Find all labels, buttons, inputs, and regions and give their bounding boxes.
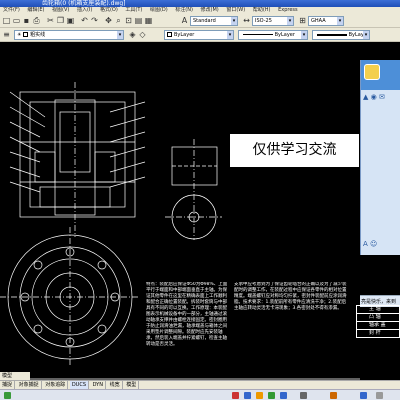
chat-window[interactable]: ▲ ◉ ✉ A ☺: [360, 60, 400, 255]
undo-icon[interactable]: ↶: [80, 16, 89, 25]
linetype-preview: [243, 34, 273, 35]
menu-file[interactable]: 文件(F): [0, 7, 23, 14]
text-style-icon: A: [181, 16, 188, 25]
color-swatch: [167, 32, 172, 37]
cut-icon[interactable]: ✂: [46, 16, 55, 25]
chevron-down-icon: ▾: [227, 31, 233, 39]
extra-style-select[interactable]: GHAA ▾: [308, 16, 344, 26]
chevron-down-icon: ▾: [363, 31, 369, 39]
menu-insert[interactable]: 插入(I): [74, 7, 95, 14]
table-row: 轴承 盖: [357, 322, 399, 330]
calculator-icon[interactable]: ▦: [144, 16, 153, 25]
description-right: 支承中应考虑到为了保证齿轮啮合的正确以及为了减少装配时的调整工作，在装配过程中应…: [234, 282, 347, 311]
watermark-label: 仅供学习交流: [229, 133, 360, 168]
save-icon[interactable]: ▪: [22, 16, 31, 25]
properties-icon[interactable]: ▤: [134, 16, 143, 25]
tray-app-icon[interactable]: [244, 392, 251, 399]
lightbulb-icon: ☀: [17, 32, 22, 38]
layer-select[interactable]: ☀ 粗实线 ▾: [14, 30, 124, 40]
menu-tools[interactable]: 工具(T): [122, 7, 145, 14]
chat-header: [361, 60, 400, 90]
tray-app-icon[interactable]: [376, 392, 383, 399]
title-bar: 齿轮箱(0 (机箱支座装配).dwg]: [0, 0, 400, 7]
redo-icon[interactable]: ↷: [90, 16, 99, 25]
status-ducs[interactable]: DUCS: [69, 381, 90, 389]
menu-view[interactable]: 视图(V): [49, 7, 72, 14]
standard-toolbar: □ ▭ ▪ ⎙ ✂ ❐ ▣ ↶ ↷ ✥ ⌕ ⊡ ▤ ▦ A Standard ▾ …: [0, 14, 400, 28]
description-left: 特点：装配后应保证Φ50为Φ98%、上面平行于端面和中部端面垂直于主轴。为保证其…: [146, 282, 228, 347]
font-icon[interactable]: A: [363, 240, 368, 248]
chevron-down-icon: ▾: [231, 17, 237, 25]
menu-express[interactable]: Express: [275, 7, 301, 14]
tray-app-icon[interactable]: [280, 392, 287, 399]
copy-icon[interactable]: ❐: [56, 16, 65, 25]
table-style-icon: ⊞: [299, 16, 306, 25]
tray-app-icon[interactable]: [360, 392, 367, 399]
layers-toolbar: ≡ ☀ 粗实线 ▾ ◈ ◇ ByLayer ▾ ByLayer ▾ ByLaye…: [0, 28, 400, 42]
window-title: 齿轮箱(0 (机箱支座装配).dwg]: [42, 0, 126, 7]
table-row: 主 轴: [357, 306, 399, 314]
start-icon[interactable]: [4, 392, 11, 399]
status-otrack[interactable]: 对象追踪: [43, 381, 69, 389]
tray-app-icon[interactable]: [256, 392, 263, 399]
status-osnap[interactable]: 对象捕捉: [17, 381, 42, 389]
menu-bar: 文件(F) 编辑(E) 视图(V) 插入(I) 格式(O) 工具(T) 绘图(D…: [0, 7, 400, 14]
tray-app-icon[interactable]: [232, 392, 239, 399]
tray-app-icon[interactable]: [300, 392, 307, 399]
table-row: 凸 轴: [357, 314, 399, 322]
printer-icon[interactable]: ⎙: [32, 16, 41, 25]
status-dyn[interactable]: DYN: [91, 381, 106, 389]
dim-style-select[interactable]: ISO-25 ▾: [252, 16, 294, 26]
tray-app-icon[interactable]: [268, 392, 275, 399]
chevron-down-icon: ▾: [287, 17, 293, 25]
drawing-canvas[interactable]: 仅供学习交流 特点：装配后应保证Φ50为Φ98%、上面平行于端面和中部端面垂直于…: [0, 42, 400, 380]
layer-manager-icon[interactable]: ≡: [2, 30, 11, 39]
lineweight-preview: [317, 33, 347, 36]
layer-previous-icon[interactable]: ◇: [138, 30, 147, 39]
menu-dimension[interactable]: 标注(N): [172, 7, 196, 14]
status-snap[interactable]: 捕捉: [0, 381, 16, 389]
menu-format[interactable]: 格式(O): [97, 7, 121, 14]
paste-icon[interactable]: ▣: [66, 16, 75, 25]
chevron-down-icon: ▾: [117, 31, 123, 39]
table-row: 封 杆: [357, 330, 399, 338]
menu-window[interactable]: 窗口(W): [223, 7, 248, 14]
status-lwt[interactable]: 线宽: [108, 381, 123, 389]
cad-window: 齿轮箱(0 (机箱支座装配).dwg] 文件(F) 编辑(E) 视图(V) 插入…: [0, 0, 400, 400]
tray-app-icon[interactable]: [330, 392, 337, 399]
status-bar: 捕捉 对象捕捉 对象追踪 DUCS DYN 线宽 模型: [0, 380, 400, 389]
title-block-table: 主 轴 凸 轴 轴承 盖 封 杆: [356, 305, 400, 338]
menu-modify[interactable]: 修改(M): [198, 7, 222, 14]
chat-toolbar[interactable]: A ☺: [363, 240, 377, 248]
tab-model[interactable]: 模型: [0, 372, 30, 380]
menu-draw[interactable]: 绘图(D): [147, 7, 171, 14]
text-style-select[interactable]: Standard ▾: [190, 16, 238, 26]
color-select[interactable]: ByLayer ▾: [164, 30, 234, 40]
make-current-layer-icon[interactable]: ◈: [128, 30, 137, 39]
linetype-select[interactable]: ByLayer ▾: [238, 30, 308, 40]
avatar[interactable]: [364, 64, 380, 80]
zoom-window-icon[interactable]: ⊡: [124, 16, 133, 25]
dim-style-icon: ↔: [243, 16, 250, 25]
open-file-icon[interactable]: ▭: [12, 16, 21, 25]
new-file-icon[interactable]: □: [2, 16, 11, 25]
taskbar: [0, 389, 400, 400]
status-model[interactable]: 模型: [124, 381, 140, 389]
zoom-icon[interactable]: ⌕: [114, 16, 123, 25]
menu-help[interactable]: 帮助(H): [250, 7, 274, 14]
chat-icons-row[interactable]: ▲ ◉ ✉: [363, 93, 385, 101]
chevron-down-icon: ▾: [337, 17, 343, 25]
lineweight-select[interactable]: ByLayer ▾: [312, 30, 370, 40]
smiley-icon[interactable]: ☺: [370, 240, 377, 248]
layer-color-swatch: [23, 32, 29, 37]
pan-icon[interactable]: ✥: [104, 16, 113, 25]
chevron-down-icon: ▾: [301, 31, 307, 39]
menu-edit[interactable]: 编辑(E): [24, 7, 47, 14]
